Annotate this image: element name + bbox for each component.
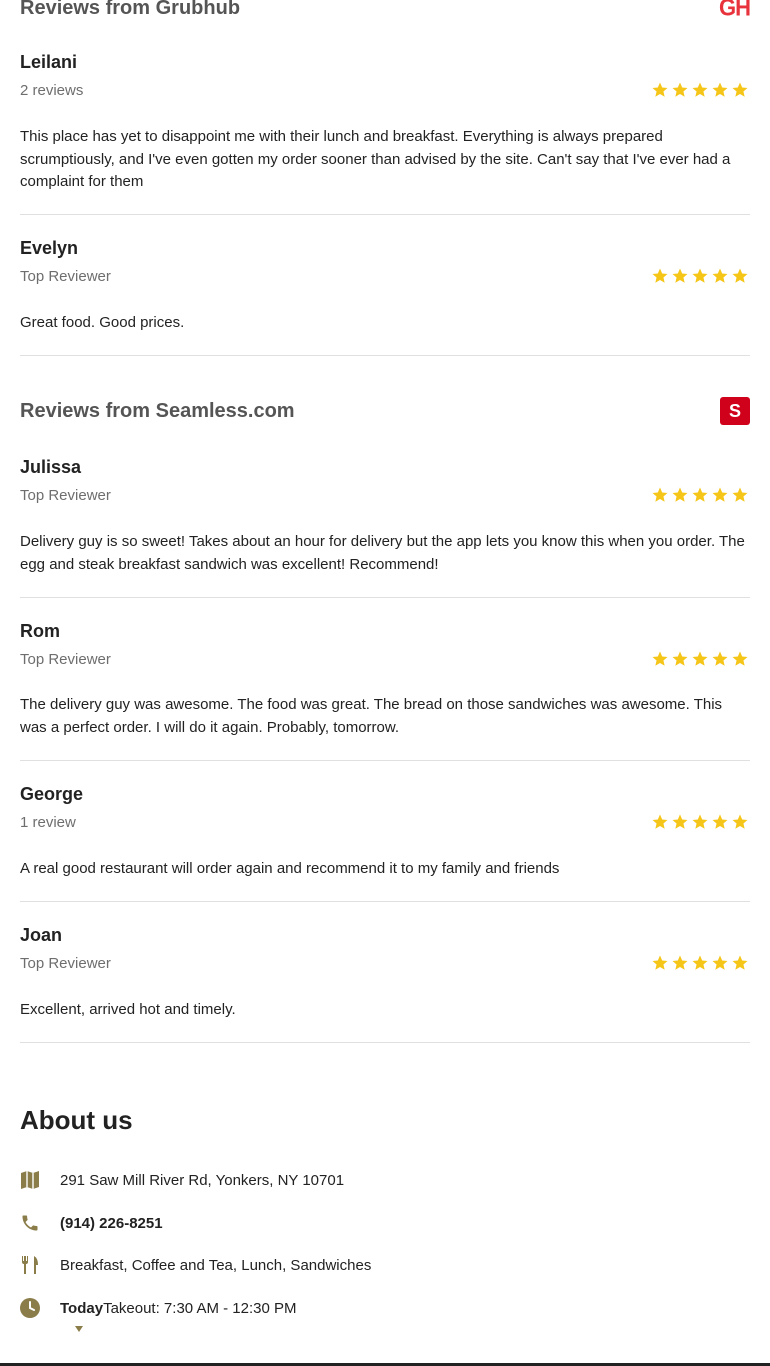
star-icon xyxy=(710,486,730,504)
reviewer-name: Evelyn xyxy=(20,238,79,258)
seamless-section-header: Reviews from Seamless.com S xyxy=(20,396,750,426)
review-text: Delivery guy is so sweet! Takes about an… xyxy=(20,533,745,573)
address-text: 291 Saw Mill River Rd, Yonkers, NY 10701 xyxy=(60,1171,345,1189)
review-item: Julissa Top Reviewer Delivery guy is so … xyxy=(20,455,750,598)
hours-text: Takeout: 7:30 AM - 12:30 PM xyxy=(103,1299,297,1317)
review-text: The delivery guy was awesome. The food w… xyxy=(20,696,723,736)
star-icon xyxy=(710,81,730,99)
star-icon xyxy=(730,267,750,285)
reviewer-meta: 2 reviews xyxy=(20,82,84,99)
reviewer-name: Rom xyxy=(20,621,60,641)
star-icon xyxy=(710,650,730,668)
seamless-logo: S xyxy=(720,397,750,425)
phone-link[interactable]: (914) 226-8251 xyxy=(60,1215,163,1232)
reviewer-name: Julissa xyxy=(20,457,82,477)
review-text: A real good restaurant will order again … xyxy=(20,860,560,877)
star-icon xyxy=(690,954,710,972)
reviewer-meta: Top Reviewer xyxy=(20,268,111,285)
review-text: Excellent, arrived hot and timely. xyxy=(20,1001,236,1018)
reviewer-meta: Top Reviewer xyxy=(20,955,111,972)
reviewer-meta: 1 review xyxy=(20,814,76,831)
utensils-icon xyxy=(20,1255,40,1275)
review-item: Joan Top Reviewer Excellent, arrived hot… xyxy=(20,923,750,1043)
star-icon xyxy=(690,267,710,285)
chevron-down-icon[interactable] xyxy=(75,1326,83,1332)
star-icon xyxy=(690,650,710,668)
star-icon xyxy=(710,267,730,285)
phone-icon xyxy=(20,1213,40,1233)
review-item: Evelyn Top Reviewer Great food. Good pri… xyxy=(20,236,750,356)
star-icon xyxy=(670,650,690,668)
reviewer-meta: Top Reviewer xyxy=(20,651,111,668)
star-icon xyxy=(670,486,690,504)
review-item: Leilani 2 reviews This place has yet to … xyxy=(20,50,750,215)
star-rating xyxy=(650,954,750,972)
grubhub-section-header: Reviews from Grubhub GH xyxy=(20,0,751,22)
star-icon xyxy=(690,486,710,504)
reviewer-name: George xyxy=(20,784,84,804)
star-icon xyxy=(650,650,670,668)
star-icon xyxy=(710,813,730,831)
star-icon xyxy=(650,813,670,831)
star-icon xyxy=(730,650,750,668)
seamless-section-title: Reviews from Seamless.com xyxy=(20,399,295,422)
star-icon xyxy=(670,267,690,285)
star-icon xyxy=(650,486,670,504)
review-item: Rom Top Reviewer The delivery guy was aw… xyxy=(20,619,750,761)
grubhub-section-title: Reviews from Grubhub xyxy=(20,0,241,19)
categories-row: Breakfast, Coffee and Tea, Lunch, Sandwi… xyxy=(20,1253,750,1277)
star-rating xyxy=(650,267,750,285)
review-item: George 1 review A real good restaurant w… xyxy=(20,782,750,902)
star-icon xyxy=(650,954,670,972)
categories-text: Breakfast, Coffee and Tea, Lunch, Sandwi… xyxy=(60,1256,372,1274)
star-icon xyxy=(650,267,670,285)
star-rating xyxy=(650,486,750,504)
star-icon xyxy=(690,81,710,99)
star-rating xyxy=(650,813,750,831)
about-title: About us xyxy=(20,1105,133,1135)
star-icon xyxy=(670,813,690,831)
star-icon xyxy=(730,486,750,504)
star-icon xyxy=(710,954,730,972)
grubhub-logo: GH xyxy=(719,0,751,22)
phone-row[interactable]: (914) 226-8251 xyxy=(20,1211,750,1235)
star-icon xyxy=(730,813,750,831)
hours-day: Today xyxy=(60,1299,104,1317)
star-icon xyxy=(690,813,710,831)
clock-icon xyxy=(20,1298,40,1318)
star-rating xyxy=(650,81,750,99)
star-icon xyxy=(670,954,690,972)
star-icon xyxy=(670,81,690,99)
hours-row[interactable]: Today Takeout: 7:30 AM - 12:30 PM xyxy=(20,1296,750,1320)
star-icon xyxy=(730,81,750,99)
review-text: Great food. Good prices. xyxy=(20,314,185,331)
reviewer-meta: Top Reviewer xyxy=(20,487,111,504)
review-text: This place has yet to disappoint me with… xyxy=(20,128,731,190)
star-rating xyxy=(650,650,750,668)
reviewer-name: Leilani xyxy=(20,52,78,72)
star-icon xyxy=(730,954,750,972)
reviewer-name: Joan xyxy=(20,925,63,945)
map-icon xyxy=(20,1170,40,1190)
star-icon xyxy=(650,81,670,99)
address-row[interactable]: 291 Saw Mill River Rd, Yonkers, NY 10701 xyxy=(20,1168,750,1192)
